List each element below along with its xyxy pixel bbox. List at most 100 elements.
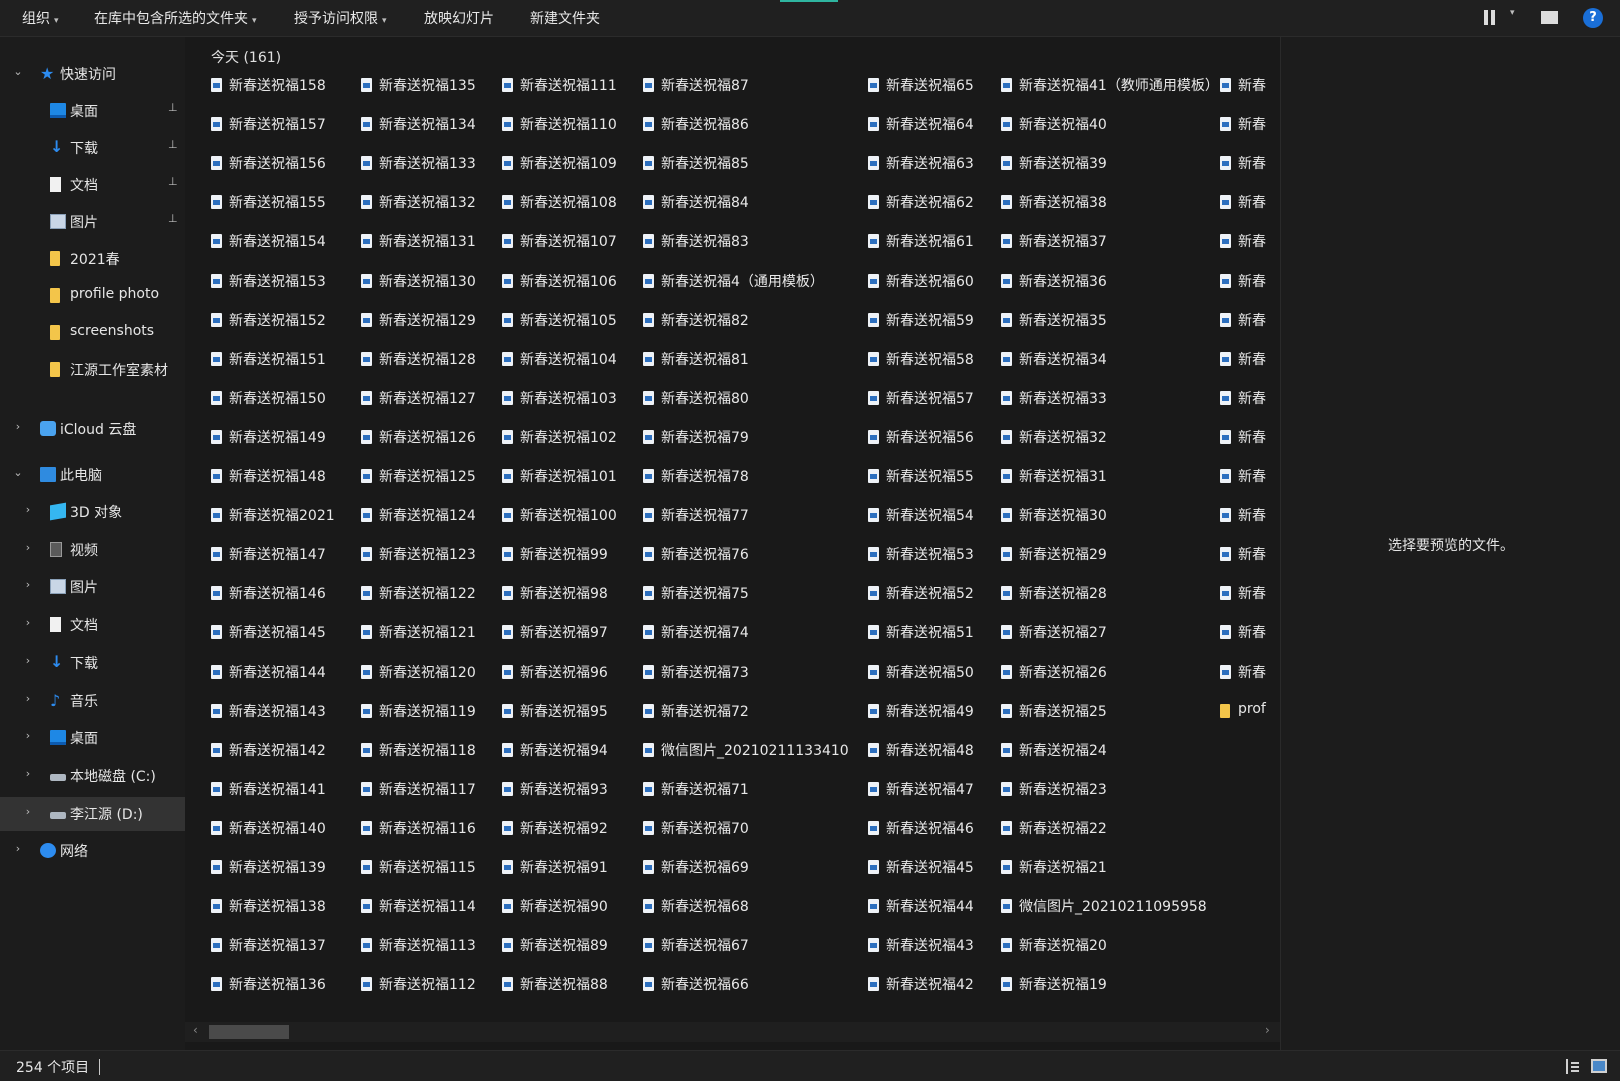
- details-view-icon[interactable]: [1566, 1059, 1580, 1074]
- file-name: 新春送祝福29: [1019, 547, 1107, 564]
- nav-pc-item[interactable]: › 李江源 (D:): [0, 796, 185, 831]
- computer-icon: [40, 467, 56, 482]
- chevron-down-icon[interactable]: ⌄: [12, 65, 24, 78]
- chevron-down-icon[interactable]: ▾: [1510, 8, 1515, 18]
- chevron-right-icon[interactable]: ›: [22, 692, 34, 705]
- image-file-icon: [1001, 117, 1012, 132]
- nav-label: 下载: [70, 655, 98, 672]
- folder-icon: [50, 362, 60, 377]
- file-name: 新春送祝福45: [886, 860, 974, 876]
- nav-quick-item[interactable]: 文档 ⊥: [0, 168, 185, 202]
- file-name: 新春送祝福63: [886, 156, 974, 173]
- nav-quick-access[interactable]: ⌄ ★ 快速访问: [0, 57, 185, 91]
- file-name: 新春送祝福147: [229, 547, 326, 564]
- nav-pc-item[interactable]: › 图片: [0, 570, 185, 604]
- nav-pc-item[interactable]: › 视频: [0, 533, 185, 567]
- file-name: 新春: [1238, 78, 1266, 94]
- chevron-right-icon[interactable]: ›: [22, 616, 34, 629]
- file-name: 新春送祝福99: [520, 547, 608, 564]
- image-file-icon: [502, 234, 513, 249]
- nav-this-pc[interactable]: ⌄ 此电脑: [0, 458, 185, 492]
- nav-quick-item[interactable]: 桌面 ⊥: [0, 94, 185, 128]
- image-file-icon: [643, 703, 654, 718]
- nav-icloud[interactable]: › iCloud 云盘: [0, 412, 185, 446]
- organize-label: 组织: [22, 11, 50, 27]
- file-name: 新春送祝福134: [379, 117, 476, 134]
- large-icons-view-icon[interactable]: [1591, 1059, 1607, 1073]
- image-file-icon: [1220, 351, 1231, 366]
- desktop-icon: [50, 730, 66, 746]
- file-name: 新春送祝福75: [661, 586, 749, 603]
- file-name: 新春送祝福132: [379, 195, 476, 212]
- new-folder-button[interactable]: 新建文件夹: [530, 8, 600, 28]
- nav-quick-item[interactable]: screenshots: [0, 316, 185, 350]
- file-name: 微信图片_20210211095958: [1019, 899, 1207, 916]
- chevron-right-icon[interactable]: ›: [22, 805, 34, 818]
- pin-icon: ⊥: [168, 138, 178, 151]
- nav-quick-item[interactable]: profile photo: [0, 279, 185, 313]
- organize-menu[interactable]: 组织 ▾: [22, 8, 59, 28]
- pictures-icon: [50, 214, 66, 229]
- nav-pc-item[interactable]: › 文档: [0, 608, 185, 642]
- nav-pc-item[interactable]: › ↓ 下载: [0, 646, 185, 680]
- download-icon: ↓: [50, 651, 64, 671]
- pin-icon: ⊥: [168, 212, 178, 225]
- image-file-icon: [868, 860, 879, 874]
- include-in-library-menu[interactable]: 在库中包含所选的文件夹 ▾: [94, 8, 257, 28]
- file-name: 新春送祝福150: [229, 390, 326, 407]
- file-name: 新春送祝福20: [1019, 938, 1107, 955]
- image-file-icon: [868, 78, 879, 92]
- horizontal-scrollbar[interactable]: ‹ ›: [185, 1022, 1280, 1042]
- image-file-icon: [502, 78, 513, 92]
- chevron-down-icon[interactable]: ⌄: [12, 466, 24, 479]
- nav-pc-item[interactable]: › 3D 对象: [0, 495, 185, 529]
- file-name: 新春送祝福85: [661, 156, 749, 173]
- nav-quick-item[interactable]: 2021春: [0, 242, 185, 276]
- nav-quick-item[interactable]: 图片 ⊥: [0, 205, 185, 239]
- nav-network[interactable]: › 网络: [0, 834, 185, 868]
- chevron-right-icon[interactable]: ›: [22, 654, 34, 667]
- image-file-icon: [502, 586, 513, 601]
- change-view-icon[interactable]: [1484, 10, 1498, 25]
- chevron-right-icon[interactable]: ›: [22, 503, 34, 516]
- image-file-icon: [361, 899, 372, 914]
- file-name: 新春送祝福41（教师通用模板）: [1019, 78, 1219, 94]
- file-name: 新春送祝福138: [229, 899, 326, 916]
- scroll-left-icon[interactable]: ‹: [193, 1023, 198, 1037]
- slideshow-button[interactable]: 放映幻灯片: [424, 8, 494, 28]
- image-file-icon: [868, 664, 879, 679]
- image-file-icon: [643, 820, 654, 835]
- image-file-icon: [502, 820, 513, 835]
- image-file-icon: [502, 742, 513, 757]
- nav-pc-item[interactable]: › ♪ 音乐: [0, 684, 185, 718]
- file-name: 新春: [1238, 117, 1266, 134]
- nav-label: 下载: [70, 141, 98, 157]
- preview-pane-icon[interactable]: [1541, 11, 1558, 24]
- file-name: 新春送祝福139: [229, 860, 326, 876]
- file-name: 新春送祝福117: [379, 781, 476, 798]
- file-name: 新春送祝福83: [661, 234, 749, 251]
- file-name: 新春送祝福145: [229, 625, 326, 642]
- help-icon[interactable]: ?: [1583, 8, 1603, 28]
- item-count: 254 个项目: [16, 1060, 90, 1076]
- chevron-right-icon[interactable]: ›: [22, 767, 34, 780]
- nav-label: 文档: [70, 178, 98, 194]
- scroll-right-icon[interactable]: ›: [1265, 1023, 1270, 1037]
- nav-pc-item[interactable]: › 桌面: [0, 721, 185, 755]
- scrollbar-thumb[interactable]: [209, 1025, 289, 1039]
- nav-quick-item[interactable]: 江源工作室素材: [0, 353, 185, 387]
- chevron-right-icon[interactable]: ›: [22, 729, 34, 742]
- chevron-right-icon[interactable]: ›: [12, 842, 24, 855]
- image-file-icon: [502, 703, 513, 718]
- image-file-icon: [643, 469, 654, 483]
- share-with-menu[interactable]: 授予访问权限 ▾: [294, 8, 387, 28]
- chevron-right-icon[interactable]: ›: [22, 578, 34, 591]
- chevron-right-icon[interactable]: ›: [12, 420, 24, 433]
- image-file-icon: [1220, 273, 1231, 288]
- file-name: 新春: [1238, 547, 1266, 564]
- chevron-right-icon[interactable]: ›: [22, 541, 34, 554]
- group-header[interactable]: 今天 (161): [211, 47, 281, 67]
- nav-quick-item[interactable]: ↓ 下载 ⊥: [0, 131, 185, 165]
- file-name: 新春: [1238, 469, 1266, 485]
- nav-pc-item[interactable]: › 本地磁盘 (C:): [0, 759, 185, 793]
